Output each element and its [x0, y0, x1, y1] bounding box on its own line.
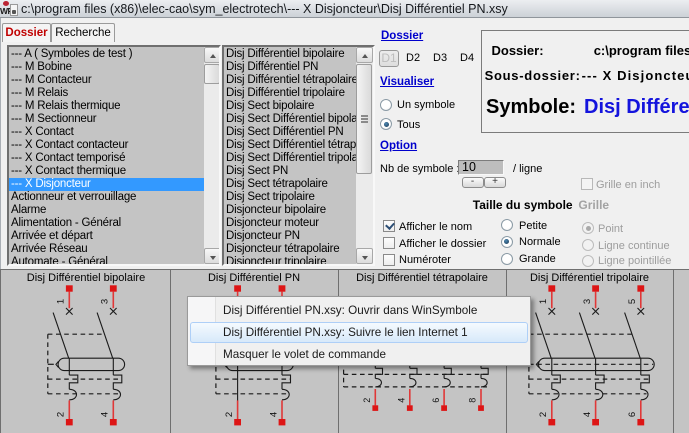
- svg-text:1: 1: [538, 299, 549, 304]
- svg-text:8: 8: [468, 398, 478, 403]
- svg-text:2: 2: [362, 398, 372, 403]
- svg-text:2: 2: [224, 412, 235, 417]
- svg-text:4: 4: [268, 412, 279, 417]
- svg-text:3: 3: [100, 299, 111, 304]
- svg-text:6: 6: [431, 398, 441, 403]
- svg-text:4: 4: [582, 412, 593, 417]
- svg-text:1: 1: [56, 299, 67, 304]
- svg-text:3: 3: [582, 299, 593, 304]
- svg-text:2: 2: [538, 412, 549, 417]
- svg-text:6: 6: [627, 412, 638, 417]
- svg-text:2: 2: [56, 412, 67, 417]
- svg-text:4: 4: [397, 398, 407, 403]
- svg-text:5: 5: [627, 299, 638, 304]
- svg-text:4: 4: [100, 412, 111, 417]
